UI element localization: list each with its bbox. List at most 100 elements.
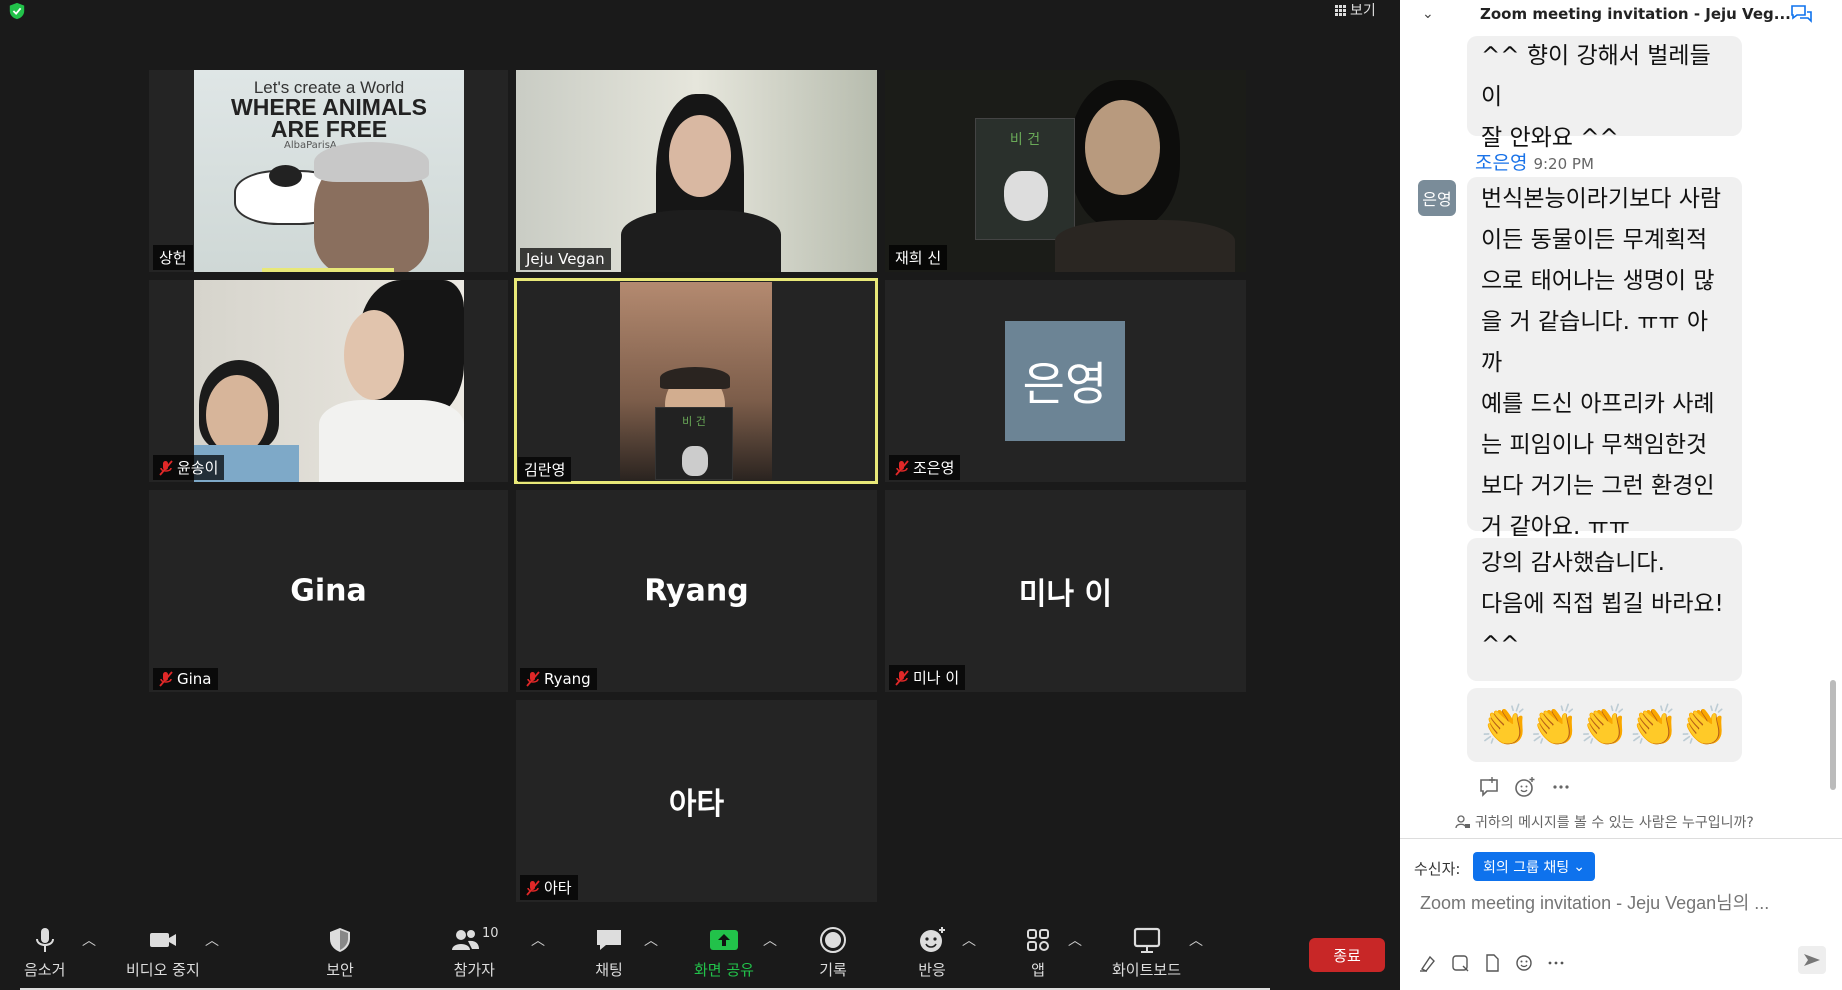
participants-icon [452, 930, 479, 950]
meeting-area: 보기 Let's create a World WHERE ANIMALS ARE… [0, 0, 1400, 990]
reactions-options-caret[interactable]: ︿ [962, 930, 976, 950]
chevron-down-icon: ⌄ [1573, 858, 1585, 875]
share-screen-button[interactable]: 화면 공유 [694, 926, 754, 980]
microphone-icon [35, 928, 54, 952]
apps-button[interactable]: 앱 [1023, 926, 1053, 980]
message-actions [1478, 776, 1572, 798]
chat-message-input[interactable] [1420, 893, 1820, 914]
person-lock-icon [1455, 815, 1470, 829]
more-options-icon[interactable] [1550, 776, 1572, 798]
chat-input-tools [1418, 953, 1566, 973]
grid-icon [1335, 4, 1346, 16]
video-options-caret[interactable]: ︿ [205, 930, 219, 950]
mic-muted-icon [526, 879, 540, 896]
participant-tile[interactable]: 은영 조은영 [885, 280, 1246, 482]
participant-name-label: 김란영 [518, 457, 572, 482]
whiteboard-options-caret[interactable]: ︿ [1189, 930, 1203, 950]
participant-video [194, 280, 464, 482]
apps-options-caret[interactable]: ︿ [1068, 930, 1082, 950]
message-visibility-link[interactable]: 귀하의 메시지를 볼 수 있는 사람은 누구입니까? [1455, 812, 1754, 832]
chat-panel: ⌄ Zoom meeting invitation - Jeju Veg... … [1400, 0, 1842, 990]
file-icon[interactable] [1482, 953, 1502, 973]
chat-divider [1400, 838, 1842, 839]
record-icon [820, 927, 846, 953]
participant-name-label: Jeju Vegan [520, 248, 611, 270]
person-face [669, 115, 731, 197]
person-hair [314, 142, 429, 182]
participant-display-name: Ryang [644, 573, 749, 609]
shield-check-icon[interactable] [8, 2, 26, 20]
person-body [621, 210, 781, 272]
mic-muted-icon [159, 671, 173, 687]
chat-message: ^^ 향이 강해서 벌레들이 잘 안와요 ^^ [1467, 36, 1742, 151]
mute-button[interactable]: 음소거 [24, 926, 65, 980]
participant-tile[interactable]: 미나 이 미나 이 [885, 490, 1246, 692]
participant-display-name: Gina [290, 573, 367, 609]
screenshot-icon[interactable] [1450, 953, 1470, 973]
format-text-icon[interactable] [1418, 953, 1438, 973]
reactions-button[interactable]: 반응 [917, 926, 947, 980]
record-button[interactable]: 기록 [818, 926, 848, 980]
participants-options-caret[interactable]: ︿ [531, 930, 545, 950]
woman-face [344, 310, 404, 400]
participant-name-label: Gina [153, 668, 218, 690]
participant-tile[interactable]: 비 건 재희 신 [885, 70, 1246, 272]
sender-avatar: 은영 [1418, 180, 1456, 216]
mic-muted-icon [526, 671, 540, 687]
add-reaction-icon[interactable] [1514, 776, 1536, 798]
vegan-sign: 비 건 [655, 407, 733, 480]
person-body [1055, 220, 1235, 272]
participant-video: 비 건 [885, 70, 1246, 272]
zoom-app: 보기 Let's create a World WHERE ANIMALS ARE… [0, 0, 1842, 990]
chat-bubble-icon [597, 930, 621, 950]
participant-name-label: 조은영 [889, 455, 961, 480]
share-options-caret[interactable]: ︿ [763, 930, 777, 950]
chat-header: ⌄ Zoom meeting invitation - Jeju Veg... [1400, 0, 1842, 30]
chat-button[interactable]: 채팅 [594, 926, 624, 980]
chevron-down-icon[interactable]: ⌄ [1422, 6, 1434, 22]
reply-icon[interactable] [1478, 776, 1500, 798]
participant-display-name: 미나 이 [1018, 577, 1113, 612]
recipient-select[interactable]: 회의 그룹 채팅 ⌄ [1473, 852, 1595, 881]
share-screen-icon [709, 930, 738, 950]
participants-button[interactable]: 10 참가자 [450, 926, 499, 980]
participant-display-name: 아타 [668, 787, 725, 822]
person-face [1085, 100, 1160, 195]
stop-video-button[interactable]: 비디오 중지 [126, 926, 200, 980]
more-options-icon[interactable] [1546, 953, 1566, 973]
popout-chat-icon[interactable] [1790, 4, 1814, 26]
participant-tile[interactable]: Let's create a World WHERE ANIMALS ARE FR… [149, 70, 508, 272]
chat-scrollbar[interactable] [1830, 680, 1836, 790]
view-button[interactable]: 보기 [1335, 0, 1376, 20]
security-button[interactable]: 보안 [325, 926, 355, 980]
participant-tile[interactable]: Jeju Vegan [516, 70, 877, 272]
message-sender: 조은영 9:20 PM [1475, 152, 1594, 174]
chat-options-caret[interactable]: ︿ [644, 930, 658, 950]
mic-muted-icon [895, 459, 909, 476]
smiley-plus-icon [920, 927, 945, 952]
apps-icon [1027, 929, 1049, 951]
participant-tile[interactable]: Ryang Ryang [516, 490, 877, 692]
meeting-toolbar: 음소거 ︿ 비디오 중지 ︿ 보안 10 참가자 ︿ 채팅 ︿ 화면 공유 ︿ … [0, 918, 1400, 990]
mute-options-caret[interactable]: ︿ [82, 930, 96, 950]
end-meeting-button[interactable]: 종료 [1309, 938, 1385, 972]
participant-name-label: 아타 [520, 875, 578, 900]
participant-name-label: 재희 신 [889, 245, 948, 270]
participant-tile[interactable]: Gina Gina [149, 490, 508, 692]
shield-icon [330, 928, 350, 952]
child-face [206, 375, 268, 455]
participant-video: Let's create a World WHERE ANIMALS ARE FR… [194, 70, 464, 272]
participant-tile[interactable]: 아타 아타 [516, 700, 877, 902]
chat-message-emoji: 👏👏👏👏👏 [1467, 688, 1742, 762]
emoji-icon[interactable] [1514, 953, 1534, 973]
poster-text: WHERE ANIMALS ARE FREE [231, 94, 427, 142]
participants-count: 10 [482, 926, 499, 941]
participant-tile-active-speaker[interactable]: 비 건 김란영 [514, 278, 878, 484]
person-hair [660, 367, 730, 389]
whiteboard-button[interactable]: 화이트보드 [1112, 926, 1181, 980]
send-icon[interactable] [1798, 946, 1826, 974]
chat-message: 강의 감사했습니다. 다음에 직접 뵙길 바라요! ^^ [1467, 538, 1742, 681]
participant-tile[interactable]: 윤송이 [149, 280, 508, 482]
message-time: 9:20 PM [1533, 155, 1594, 173]
video-camera-icon [149, 933, 176, 947]
